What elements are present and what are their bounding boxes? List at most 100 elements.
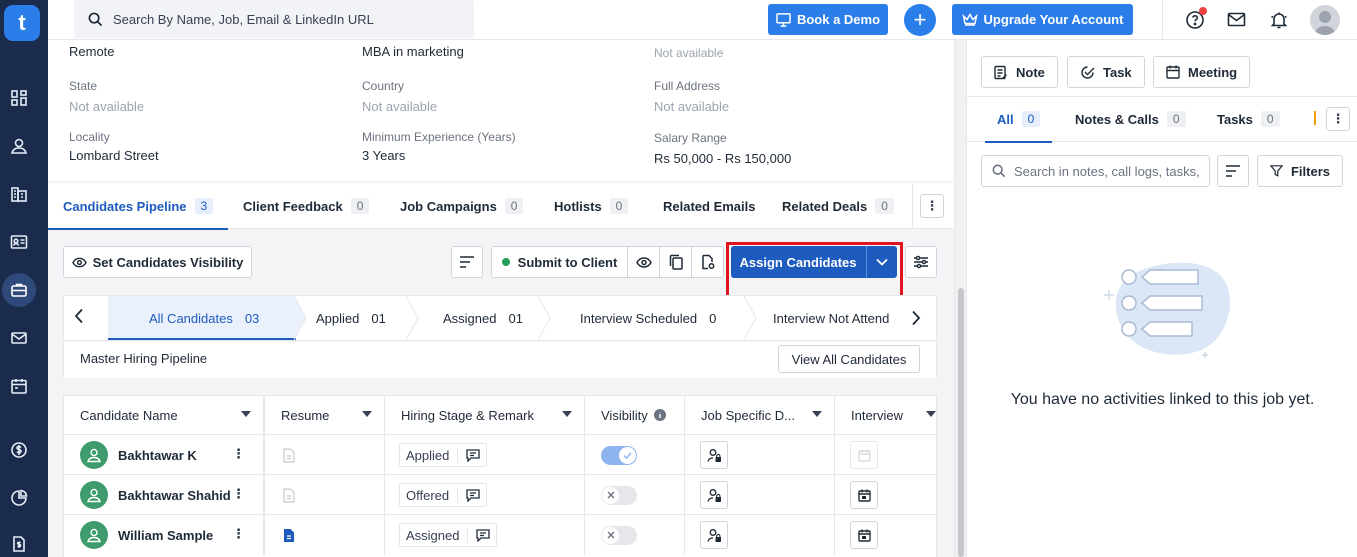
add-task-button[interactable]: Task <box>1067 56 1145 88</box>
companies-icon[interactable] <box>8 183 30 205</box>
candidate-name[interactable]: William Sample <box>118 528 213 543</box>
tab-hotlists[interactable]: Hotlists 0 <box>554 183 629 229</box>
help-notification-dot <box>1199 7 1207 15</box>
inbox-icon[interactable] <box>1226 9 1248 31</box>
candidate-name[interactable]: Bakhtawar Shahid <box>118 488 231 503</box>
stage-arrow-separator <box>538 296 551 340</box>
hiring-stage-pill[interactable]: Offered <box>399 483 488 507</box>
candidate-avatar[interactable] <box>80 481 108 509</box>
sliders-icon <box>914 255 928 269</box>
document-settings-button[interactable] <box>691 247 723 277</box>
upgrade-account-button[interactable]: Upgrade Your Account <box>952 4 1133 35</box>
activity-search-input[interactable]: Search in notes, call logs, tasks, <box>981 155 1210 187</box>
resume-empty-icon[interactable] <box>283 487 295 503</box>
stages-prev-button[interactable] <box>74 308 84 327</box>
assign-candidates-button[interactable]: Assign Candidates <box>731 246 865 278</box>
reports-icon[interactable] <box>8 487 30 509</box>
visibility-toggle[interactable] <box>601 485 637 505</box>
resume-empty-icon[interactable] <box>283 447 295 463</box>
activity-more-button[interactable]: ⋮ <box>1326 107 1350 131</box>
schedule-interview-button[interactable] <box>850 481 878 509</box>
tab-client-feedback[interactable]: Client Feedback 0 <box>243 183 370 229</box>
visibility-cell <box>585 435 685 475</box>
col-header-visibility[interactable]: Visibility <box>585 396 685 434</box>
job-specific-button[interactable] <box>700 441 728 469</box>
caret-down-icon <box>562 411 572 417</box>
tab-job-campaigns[interactable]: Job Campaigns 0 <box>400 183 524 229</box>
mail-icon[interactable] <box>8 327 30 349</box>
stages-next-button[interactable] <box>896 296 936 340</box>
activity-filters-button[interactable]: Filters <box>1257 155 1343 187</box>
comment-icon[interactable] <box>466 488 480 502</box>
set-visibility-button[interactable]: Set Candidates Visibility <box>63 246 252 278</box>
comment-icon[interactable] <box>476 528 491 542</box>
visibility-toggle[interactable] <box>601 445 637 465</box>
col-header-hiring-stage[interactable]: Hiring Stage & Remark <box>385 396 585 434</box>
scrollbar-thumb[interactable] <box>958 288 964 557</box>
activity-tab-notes-calls[interactable]: Notes & Calls 0 <box>1075 97 1186 141</box>
row-kebab-icon[interactable]: ⋮ <box>232 526 245 542</box>
copy-button[interactable] <box>659 247 691 277</box>
col-header-resume[interactable]: Resume <box>265 396 385 434</box>
row-kebab-icon[interactable]: ⋮ <box>232 446 245 462</box>
job-specific-button[interactable] <box>700 481 728 509</box>
deals-icon[interactable] <box>8 439 30 461</box>
jobs-icon[interactable] <box>2 273 36 307</box>
stage-all-candidates[interactable]: All Candidates 03 <box>149 296 259 340</box>
comment-icon[interactable] <box>466 448 481 462</box>
candidate-avatar[interactable] <box>80 441 108 469</box>
activity-tab-all[interactable]: All 0 <box>984 97 1053 143</box>
sort-button[interactable] <box>451 246 483 278</box>
activity-tab-count: 0 <box>1021 111 1041 127</box>
submit-to-client-button[interactable]: Submit to Client <box>492 247 627 277</box>
tab-candidates-pipeline[interactable]: Candidates Pipeline 3 <box>48 183 229 230</box>
tab-related-deals[interactable]: Related Deals 0 <box>782 183 894 229</box>
activity-sort-button[interactable] <box>1217 155 1249 187</box>
table-row[interactable]: Bakhtawar Shahid ⋮ Offered <box>64 474 938 515</box>
row-kebab-icon[interactable]: ⋮ <box>232 486 245 502</box>
table-row[interactable]: William Sample ⋮ Assigned <box>64 514 938 555</box>
main-scrollbar[interactable] <box>954 40 966 557</box>
hiring-stage-pill[interactable]: Applied <box>399 443 488 467</box>
col-header-interview[interactable]: Interview <box>835 396 938 434</box>
column-settings-button[interactable] <box>905 246 937 278</box>
book-demo-button[interactable]: Book a Demo <box>768 4 888 35</box>
global-search[interactable]: Search By Name, Job, Email & LinkedIn UR… <box>74 0 474 38</box>
bell-icon[interactable] <box>1268 9 1290 31</box>
activity-tab-tasks[interactable]: Tasks 0 <box>1217 97 1280 141</box>
caret-down-icon <box>812 411 822 417</box>
hiring-stage-pill[interactable]: Assigned <box>399 523 498 547</box>
job-specific-button[interactable] <box>700 521 728 549</box>
resume-file-icon[interactable] <box>283 528 295 543</box>
stage-assigned[interactable]: Assigned 01 <box>443 296 523 340</box>
stage-interview-scheduled[interactable]: Interview Scheduled 0 <box>580 296 716 340</box>
app-logo[interactable]: t <box>4 5 40 41</box>
col-header-job-specific[interactable]: Job Specific D... <box>685 396 835 434</box>
schedule-interview-button[interactable] <box>850 521 878 549</box>
calendar-icon[interactable] <box>8 375 30 397</box>
table-row[interactable]: Bakhtawar K ⋮ Applied <box>64 434 938 475</box>
view-all-candidates-button[interactable]: View All Candidates <box>778 345 920 373</box>
user-avatar[interactable] <box>1310 5 1340 35</box>
add-note-button[interactable]: Note <box>981 56 1058 88</box>
stage-applied[interactable]: Applied 01 <box>316 296 386 340</box>
dashboard-icon[interactable] <box>8 87 30 109</box>
col-header-candidate-name[interactable]: Candidate Name <box>64 396 265 434</box>
candidates-icon[interactable] <box>8 135 30 157</box>
invoice-icon[interactable] <box>8 533 30 555</box>
tab-related-emails[interactable]: Related Emails <box>663 183 756 229</box>
visibility-toggle[interactable] <box>601 525 637 545</box>
candidate-avatar[interactable] <box>80 521 108 549</box>
preview-button[interactable] <box>627 247 659 277</box>
tabs-more-button[interactable]: ⋮ <box>920 194 944 218</box>
col-header-label: Candidate Name <box>80 407 178 423</box>
stage-interview-not-attended[interactable]: Interview Not Attend <box>773 296 893 340</box>
x-icon <box>607 491 614 499</box>
add-meeting-button[interactable]: Meeting <box>1153 56 1251 88</box>
hiring-stage-value: Offered <box>406 487 450 503</box>
contacts-icon[interactable] <box>8 231 30 253</box>
help-icon[interactable] <box>1184 7 1207 31</box>
add-new-button[interactable]: + <box>904 4 936 36</box>
assign-candidates-dropdown[interactable] <box>866 246 897 278</box>
candidate-name[interactable]: Bakhtawar K <box>118 448 197 463</box>
